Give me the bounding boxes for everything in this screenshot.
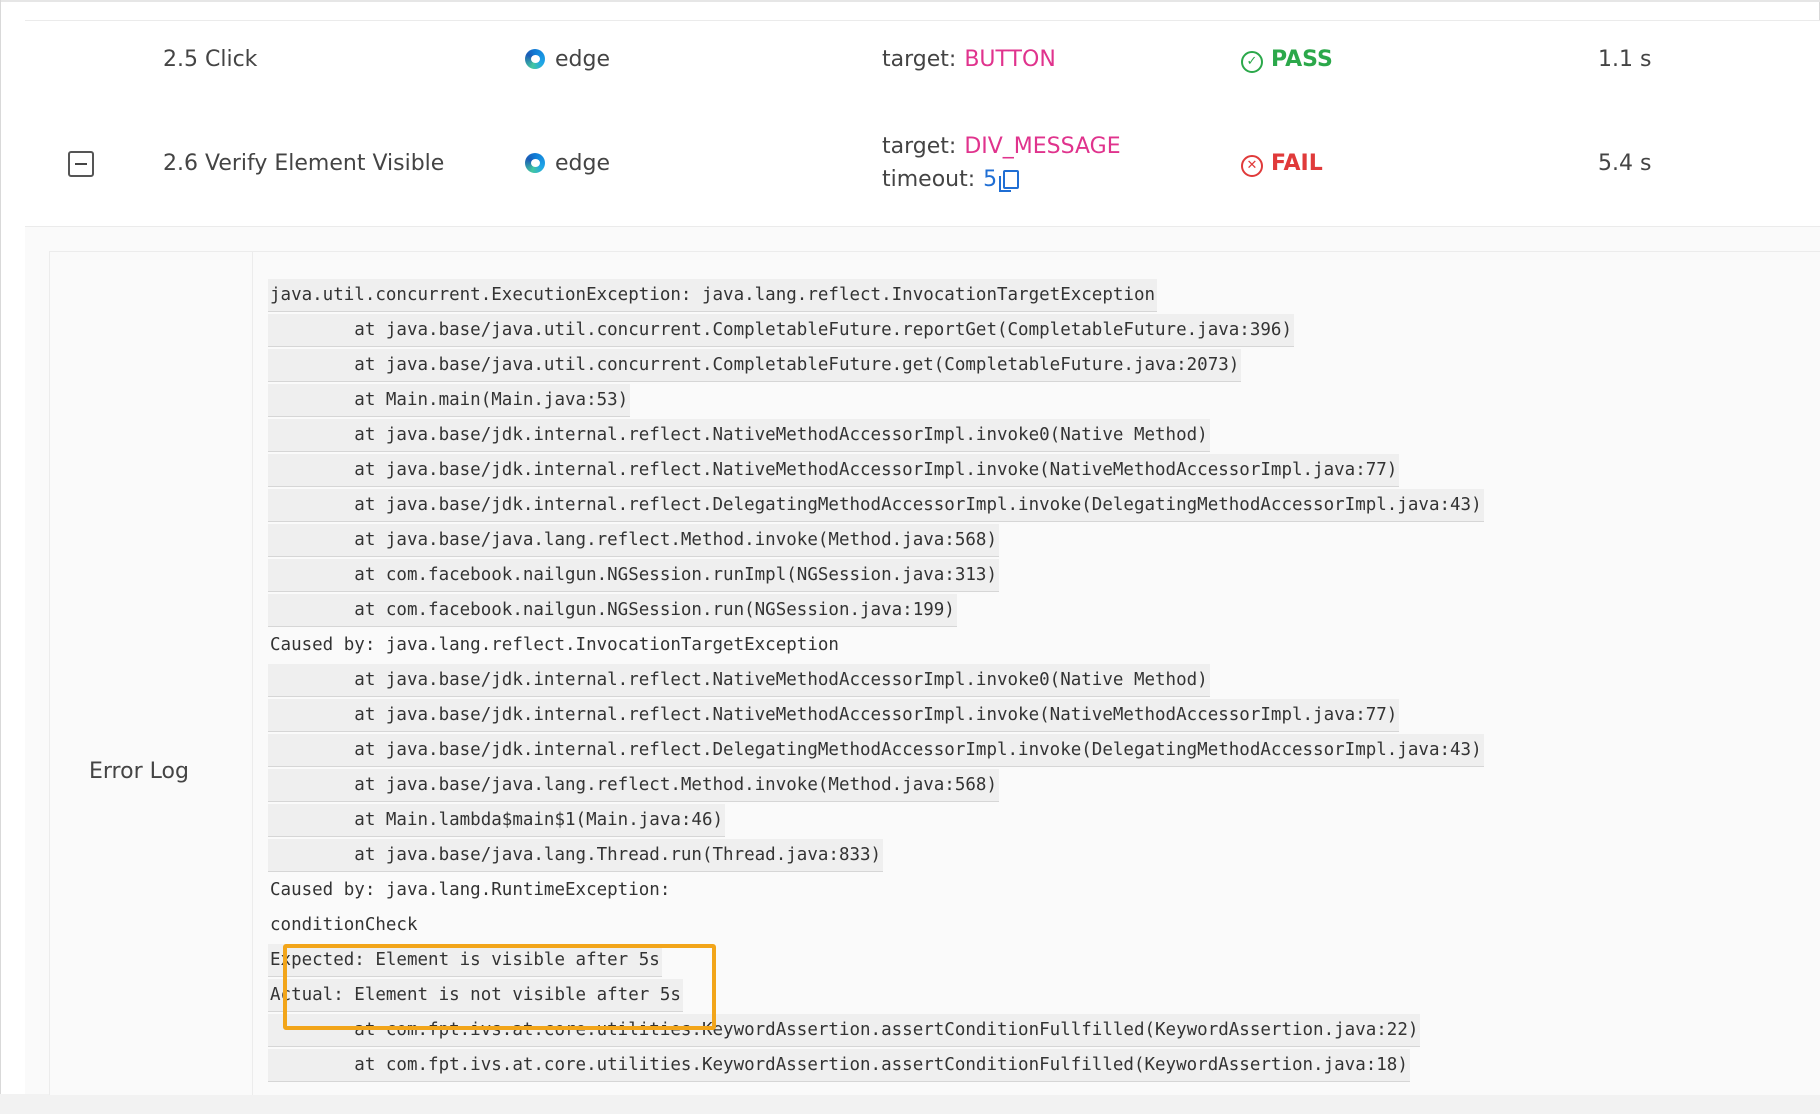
step-name: 2.5 Click — [163, 47, 258, 72]
log-line-text: Caused by: java.lang.reflect.InvocationT… — [270, 635, 839, 655]
copy-icon[interactable] — [999, 170, 1020, 192]
log-line-text: at java.base/jdk.internal.reflect.Delega… — [268, 734, 1484, 767]
log-line: at java.base/jdk.internal.reflect.Native… — [268, 419, 1808, 454]
x-circle-icon: ✕ — [1241, 155, 1263, 177]
log-line: at java.base/java.util.concurrent.Comple… — [268, 314, 1808, 349]
log-line-text: at com.fpt.ivs.at.core.utilities.Keyword… — [268, 1049, 1410, 1082]
log-line: at com.facebook.nailgun.NGSession.run(NG… — [268, 594, 1808, 629]
step-params: target: DIV_MESSAGE timeout: 5 — [882, 134, 1121, 192]
log-line: at Main.lambda$main$1(Main.java:46) — [268, 804, 1808, 839]
param-key: target: — [882, 134, 957, 159]
step-duration: 5.4 s — [1598, 151, 1652, 176]
log-line: at java.base/jdk.internal.reflect.Delega… — [268, 734, 1808, 769]
log-line: at java.base/jdk.internal.reflect.Native… — [268, 699, 1808, 734]
log-line: at com.fpt.ivs.at.core.utilities.Keyword… — [268, 1049, 1808, 1084]
log-line-text: at java.base/jdk.internal.reflect.Native… — [268, 699, 1400, 732]
log-line-text: at java.base/java.util.concurrent.Comple… — [268, 349, 1242, 382]
top-border — [1, 0, 1820, 2]
log-line: Caused by: java.lang.reflect.InvocationT… — [268, 629, 1808, 664]
status-badge: ✓ PASS — [1241, 47, 1333, 73]
log-line: at java.base/jdk.internal.reflect.Native… — [268, 664, 1808, 699]
log-line-text: java.util.concurrent.ExecutionException:… — [268, 279, 1158, 312]
collapse-button[interactable] — [68, 151, 94, 177]
report-panel: 2.5 Click edge target: BUTTON ✓ PASS 1.1 s… — [0, 0, 1820, 1095]
browser-name: edge — [555, 151, 610, 176]
param-value: BUTTON — [964, 47, 1056, 72]
log-line-text: at com.facebook.nailgun.NGSession.run(NG… — [268, 594, 957, 627]
log-line-text: Caused by: java.lang.RuntimeException: — [270, 880, 681, 900]
log-line-text: at java.base/java.lang.reflect.Method.in… — [268, 769, 999, 802]
step-duration: 1.1 s — [1598, 47, 1652, 72]
edge-icon — [525, 49, 545, 69]
step-params: target: BUTTON — [882, 47, 1056, 72]
param-key: timeout: — [882, 167, 976, 192]
error-log-label: Error Log — [89, 759, 189, 784]
param-key: target: — [882, 47, 957, 72]
log-line-text: at com.facebook.nailgun.NGSession.runImp… — [268, 559, 999, 592]
log-line: java.util.concurrent.ExecutionException:… — [268, 279, 1808, 314]
log-line-text: at Main.lambda$main$1(Main.java:46) — [268, 804, 726, 837]
log-line: at com.facebook.nailgun.NGSession.runImp… — [268, 559, 1808, 594]
log-line-text: at java.base/jdk.internal.reflect.Native… — [268, 419, 1210, 452]
status-label: PASS — [1271, 47, 1333, 72]
log-line: at java.base/java.util.concurrent.Comple… — [268, 349, 1808, 384]
log-line-text: at Main.main(Main.java:53) — [268, 384, 631, 417]
log-line-text: conditionCheck — [270, 915, 418, 935]
log-line: at java.base/jdk.internal.reflect.Native… — [268, 454, 1808, 489]
browser-cell: edge — [525, 151, 610, 176]
log-line: at java.base/jdk.internal.reflect.Delega… — [268, 489, 1808, 524]
log-line-text: at java.base/java.lang.reflect.Method.in… — [268, 524, 999, 557]
step-row[interactable]: 2.6 Verify Element Visible edge target: D… — [25, 107, 1820, 227]
log-line: at java.base/java.lang.reflect.Method.in… — [268, 524, 1808, 559]
log-line: at java.base/java.lang.Thread.run(Thread… — [268, 839, 1808, 874]
log-line-text: at java.base/jdk.internal.reflect.Native… — [268, 454, 1400, 487]
detail-label-cell: Error Log — [50, 252, 253, 1095]
log-line-text: at java.base/java.lang.Thread.run(Thread… — [268, 839, 884, 872]
status-label: FAIL — [1271, 151, 1323, 176]
highlight-box — [283, 944, 716, 1030]
status-badge: ✕ FAIL — [1241, 151, 1323, 177]
edge-icon — [525, 153, 545, 173]
log-line: at Main.main(Main.java:53) — [268, 384, 1808, 419]
check-circle-icon: ✓ — [1241, 51, 1263, 73]
log-line: Caused by: java.lang.RuntimeException: — [268, 874, 1808, 909]
log-line-text: at java.base/jdk.internal.reflect.Native… — [268, 664, 1210, 697]
param-value-link[interactable]: 5 — [983, 167, 997, 192]
log-line-text: at java.base/java.util.concurrent.Comple… — [268, 314, 1294, 347]
log-line: conditionCheck — [268, 909, 1808, 944]
step-row[interactable]: 2.5 Click edge target: BUTTON ✓ PASS 1.1 s — [25, 20, 1820, 108]
log-line: at java.base/java.lang.reflect.Method.in… — [268, 769, 1808, 804]
browser-cell: edge — [525, 47, 610, 72]
step-name: 2.6 Verify Element Visible — [163, 151, 445, 176]
param-value: DIV_MESSAGE — [964, 134, 1121, 159]
browser-name: edge — [555, 47, 610, 72]
log-line-text: at java.base/jdk.internal.reflect.Delega… — [268, 489, 1484, 522]
